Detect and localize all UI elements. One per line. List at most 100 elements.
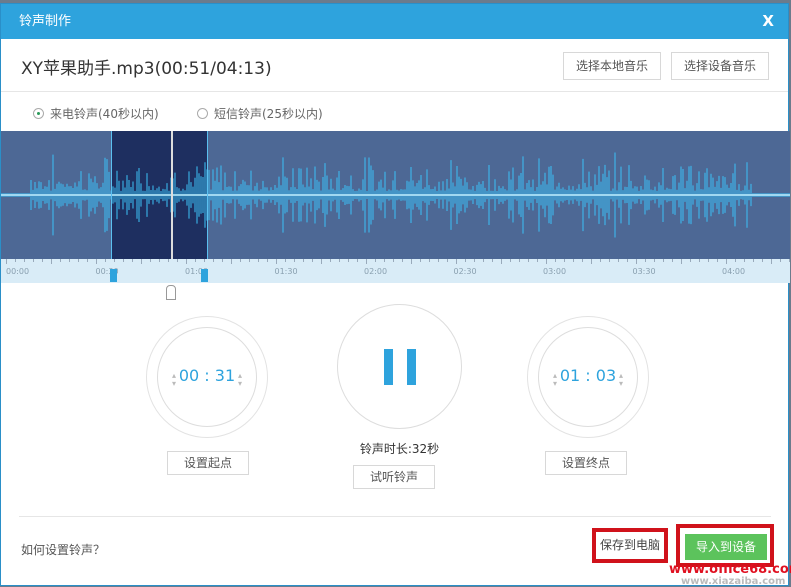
timeline-tick: [681, 259, 682, 264]
timeline-tick: [717, 259, 718, 262]
set-start-button[interactable]: 设置起点: [167, 451, 249, 475]
timeline-tick: [546, 259, 547, 264]
timeline-tick: [762, 259, 763, 262]
end-handle[interactable]: [201, 269, 208, 282]
timeline-tick: [618, 259, 619, 262]
timeline-tick: [438, 259, 439, 262]
timeline-tick: [537, 259, 538, 262]
stepper-arrows-icon[interactable]: ▴ ▾: [619, 372, 623, 388]
playhead-handle[interactable]: [166, 285, 176, 300]
start-time-dial: 00 : 31 ▴ ▾ ▴ ▾: [146, 316, 268, 438]
close-icon[interactable]: X: [762, 4, 774, 39]
timeline-tick: [492, 259, 493, 262]
timeline-tick: [582, 259, 583, 262]
timeline-tick-label: 01:30: [274, 267, 298, 276]
timeline-tick: [519, 259, 520, 262]
dialog-title: 铃声制作: [19, 14, 72, 29]
set-end-button[interactable]: 设置终点: [545, 451, 627, 475]
timeline-tick: [357, 259, 358, 262]
ringtone-length: 铃声时长:32秒: [359, 442, 440, 456]
timeline-tick: [249, 259, 250, 262]
timeline-tick: [114, 259, 115, 262]
timeline-tick: [258, 259, 259, 262]
timeline-tick: [15, 259, 16, 262]
timeline-tick: [6, 259, 7, 264]
timeline-tick: [429, 259, 430, 262]
select-local-music-button[interactable]: 选择本地音乐: [563, 52, 661, 80]
timeline-tick: [141, 259, 142, 264]
timeline-tick: [663, 259, 664, 262]
timeline-tick: [573, 259, 574, 262]
timeline-tick: [195, 259, 196, 262]
timeline-tick: [366, 259, 367, 264]
timeline-tick: [222, 259, 223, 262]
timeline-tick: [708, 259, 709, 262]
stepper-arrows-icon[interactable]: ▴ ▾: [553, 372, 557, 388]
timeline-tick: [24, 259, 25, 262]
end-marker-line: [207, 131, 208, 259]
timeline-tick: [69, 259, 70, 262]
timeline-tick: [591, 259, 592, 264]
timeline-tick: [501, 259, 502, 264]
timeline-tick: [60, 259, 61, 262]
timeline-tick: [627, 259, 628, 262]
timeline-tick: [600, 259, 601, 262]
waveform-graphic: [1, 152, 790, 238]
timeline-tick: [483, 259, 484, 262]
timeline-tick: [654, 259, 655, 262]
help-link[interactable]: 如何设置铃声？: [21, 541, 105, 558]
timeline-tick: [204, 259, 205, 262]
radio-sms-ringtone[interactable]: 短信铃声(25秒以内): [197, 105, 323, 122]
timeline-tick: [753, 259, 754, 262]
timeline-tick: [276, 259, 277, 264]
title-bar: 铃声制作 X: [1, 4, 788, 39]
timeline-tick: [375, 259, 376, 262]
timeline-tick: [303, 259, 304, 262]
radio-label: 短信铃声(25秒以内): [214, 107, 323, 121]
start-handle[interactable]: [110, 269, 117, 282]
timeline-tick: [420, 259, 421, 262]
timeline-tick: [726, 259, 727, 264]
pause-icon: [384, 349, 416, 385]
timeline-tick: [690, 259, 691, 262]
radio-unchecked-icon: [197, 108, 208, 119]
save-to-pc-button[interactable]: 保存到电脑: [598, 534, 662, 558]
timeline-tick: [411, 259, 412, 264]
radio-checked-icon: [33, 108, 44, 119]
radio-call-ringtone[interactable]: 来电铃声(40秒以内): [33, 105, 159, 122]
timeline-tick: [780, 259, 781, 262]
stepper-arrows-icon[interactable]: ▴ ▾: [238, 372, 242, 388]
timeline-tick: [240, 259, 241, 262]
timeline-tick: [51, 259, 52, 264]
import-to-device-button[interactable]: 导入到设备: [685, 534, 767, 560]
timeline-tick: [312, 259, 313, 262]
timeline-tick: [771, 259, 772, 264]
timeline-tick: [456, 259, 457, 264]
timeline-tick-label: 02:30: [453, 267, 477, 276]
timeline-tick: [33, 259, 34, 262]
timeline-tick: [789, 259, 790, 262]
timeline-tick: [267, 259, 268, 262]
timeline-tick-label: 03:30: [632, 267, 656, 276]
timeline-tick: [285, 259, 286, 262]
timeline-tick: [636, 259, 637, 264]
timeline-tick: [510, 259, 511, 262]
timeline-tick: [321, 259, 322, 264]
timeline-tick: [339, 259, 340, 262]
watermark: www.office68.com: [669, 562, 791, 577]
preview-ringtone-button[interactable]: 试听铃声: [353, 465, 435, 489]
timeline-tick: [393, 259, 394, 262]
timeline-tick: [150, 259, 151, 262]
ringtone-dialog: 铃声制作 X XY苹果助手.mp3(00:51/04:13) 选择本地音乐 选择…: [0, 3, 791, 587]
radio-label: 来电铃声(40秒以内): [50, 107, 159, 121]
timeline-tick-label: 02:00: [364, 267, 388, 276]
timeline[interactable]: 00:00 00:30 01:00 01:30 02:00 02:30 03:00 03:30…: [1, 259, 790, 300]
select-device-music-button[interactable]: 选择设备音乐: [671, 52, 769, 80]
timeline-tick: [159, 259, 160, 262]
timeline-tick: [231, 259, 232, 264]
stepper-arrows-icon[interactable]: ▴ ▾: [172, 372, 176, 388]
timeline-tick: [384, 259, 385, 262]
timeline-tick: [609, 259, 610, 262]
play-pause-button[interactable]: [337, 304, 462, 429]
waveform[interactable]: [1, 131, 790, 259]
